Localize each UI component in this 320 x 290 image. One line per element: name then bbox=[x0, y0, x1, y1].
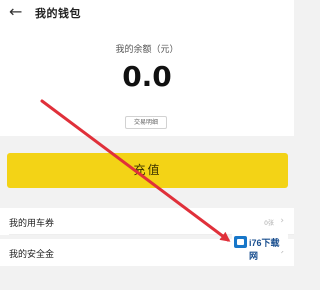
balance-label: 我的余额（元） bbox=[115, 45, 179, 55]
watermark-text: i76下载网 bbox=[249, 238, 280, 261]
chevron-right-icon: › bbox=[280, 216, 284, 226]
watermark: i76下载网 bbox=[232, 233, 288, 261]
transaction-details-button[interactable]: 交易明细 bbox=[125, 116, 167, 129]
page-title: 我的钱包 bbox=[35, 7, 81, 20]
back-arrow-icon[interactable]: ← bbox=[9, 3, 25, 21]
top-bar: ← 我的钱包 bbox=[0, 0, 294, 26]
list-item-coupons[interactable]: 我的用车券 0张 › bbox=[0, 208, 294, 235]
balance-amount: 0.0 bbox=[122, 60, 172, 93]
watermark-logo-icon bbox=[234, 236, 247, 248]
recharge-button[interactable]: 充值 bbox=[7, 153, 288, 188]
coupons-count: 0张 bbox=[264, 220, 274, 227]
deposit-label: 我的安全金 bbox=[9, 250, 55, 260]
coupons-label: 我的用车券 bbox=[9, 219, 55, 229]
balance-card: 我的余额（元） 0.0 交易明细 bbox=[0, 26, 294, 136]
